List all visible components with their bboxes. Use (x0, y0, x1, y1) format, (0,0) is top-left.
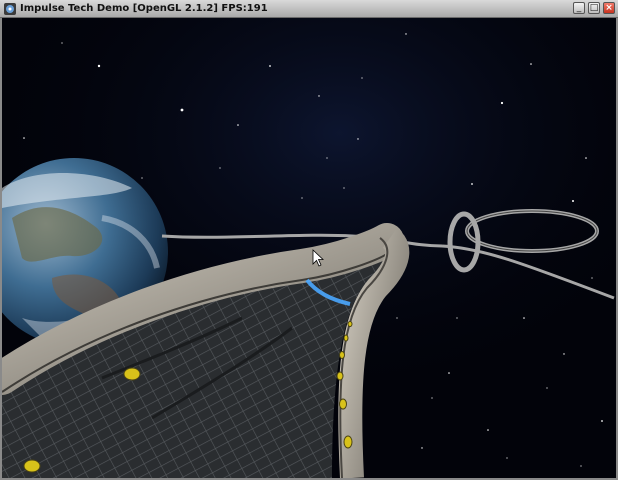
maximize-icon: □ (589, 3, 599, 13)
window-title: Impulse Tech Demo [OpenGL 2.1.2] FPS:191 (20, 3, 268, 14)
close-icon: × (605, 3, 613, 13)
app-window: Impulse Tech Demo [OpenGL 2.1.2] FPS:191… (0, 0, 618, 480)
opengl-render-viewport[interactable] (2, 18, 616, 478)
app-icon (4, 3, 16, 15)
close-button[interactable]: × (603, 2, 615, 14)
minimize-button[interactable]: _ (573, 2, 585, 14)
space-scene (2, 18, 616, 478)
minimize-icon: _ (576, 3, 582, 13)
title-bar[interactable]: Impulse Tech Demo [OpenGL 2.1.2] FPS:191… (0, 0, 618, 18)
maximize-button[interactable]: □ (588, 2, 600, 14)
